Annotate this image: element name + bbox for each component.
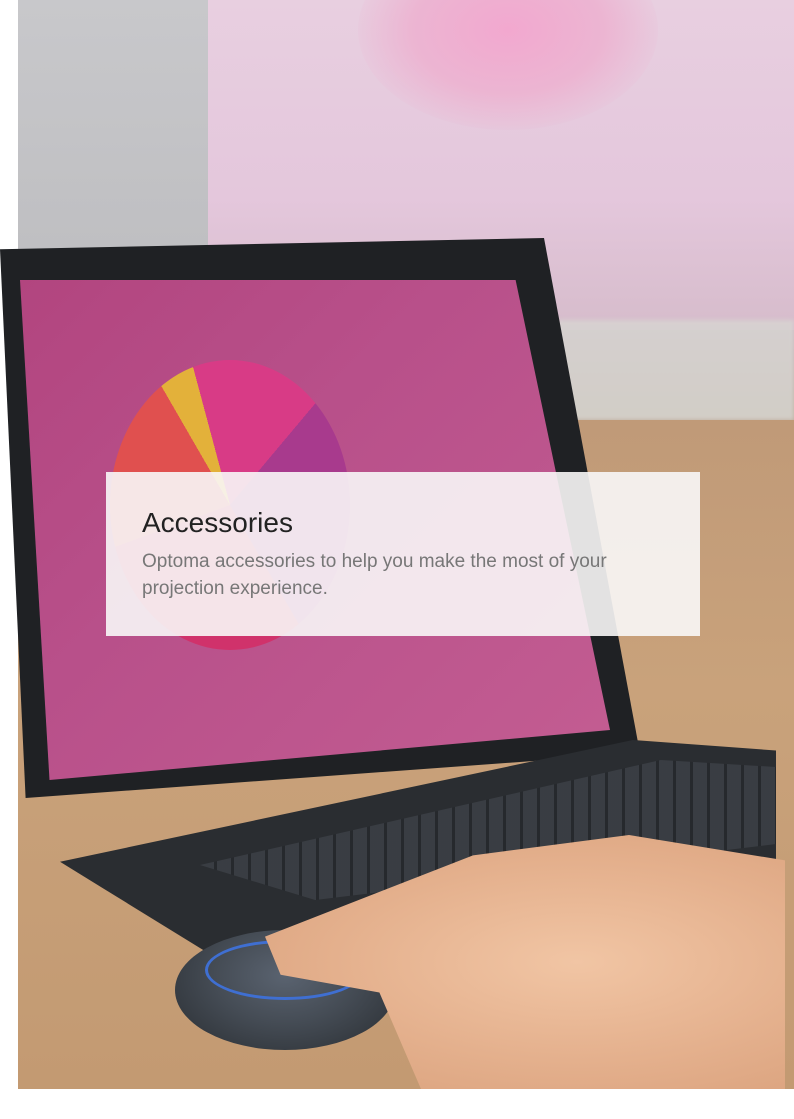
page-title: Accessories	[142, 507, 293, 538]
page-subtitle: Optoma accessories to help you make the …	[142, 551, 607, 599]
intro-panel: Accessories Optoma accessories to help y…	[106, 472, 700, 636]
background-projector	[558, 320, 794, 420]
brochure-page: Accessories Optoma accessories to help y…	[0, 0, 794, 1119]
